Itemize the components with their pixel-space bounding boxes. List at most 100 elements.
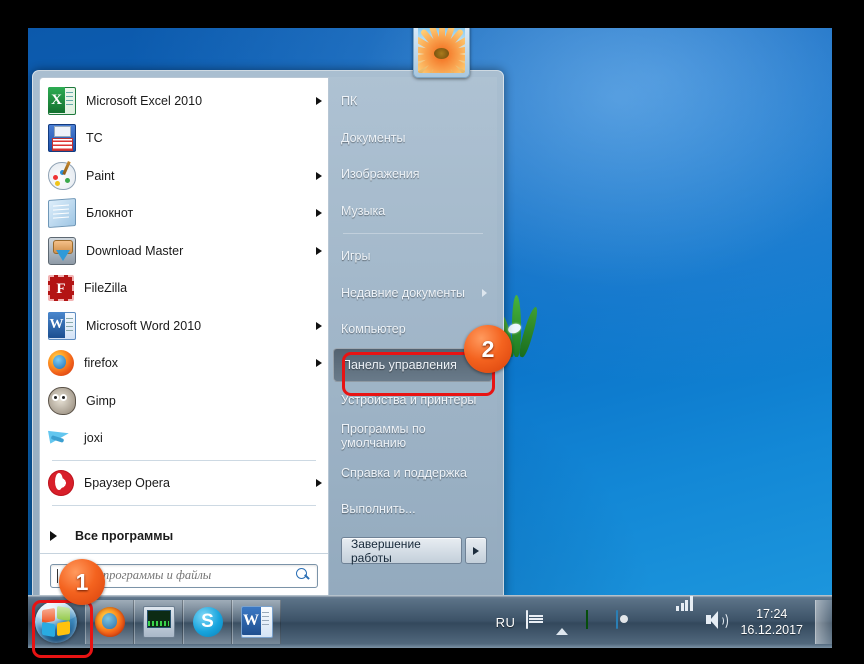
show-desktop-button[interactable] (815, 600, 832, 644)
program-item-9[interactable]: joxi (40, 420, 328, 458)
shutdown-button[interactable]: Завершение работы (341, 536, 463, 565)
callout-badge-1: 1 (59, 559, 105, 605)
avast-icon[interactable] (646, 611, 668, 633)
right-menu-item-11[interactable]: Выполнить... (329, 491, 497, 528)
text-caret (57, 568, 58, 583)
taskbar: S RU 17:24 16.12.2017 (28, 595, 832, 648)
program-item-0[interactable]: Microsoft Excel 2010 (40, 82, 328, 120)
chevron-right-icon (316, 359, 322, 368)
right-menu-item-2[interactable]: Изображения (329, 156, 497, 193)
system-tray: RU 17:24 16.12.2017 (492, 596, 832, 648)
right-menu-label: Выполнить... (341, 502, 416, 517)
clock-date: 16.12.2017 (740, 623, 803, 637)
note-icon[interactable] (616, 610, 638, 633)
right-menu-label: Компьютер (341, 322, 406, 337)
right-menu-label: Панель управления (342, 357, 457, 372)
separator (52, 460, 316, 461)
chevron-right-icon (473, 546, 480, 555)
right-menu-item-8[interactable]: Устройства и принтеры (329, 382, 497, 419)
all-programs-button[interactable]: Все программы (40, 519, 328, 553)
program-label: Paint (86, 168, 115, 183)
show-hidden-icons-arrow[interactable] (556, 611, 578, 635)
monitor-icon (142, 606, 175, 638)
program-item-3[interactable]: Блокнот (40, 195, 328, 233)
excel-icon (48, 86, 76, 115)
right-item-list: ПК Документы Изображения Музыка Игры Недавние… (329, 83, 497, 528)
callout-badge-2: 2 (464, 325, 512, 373)
download-master-icon (48, 236, 76, 265)
program-label: TC (86, 131, 103, 146)
chevron-right-icon (316, 96, 322, 105)
start-button[interactable] (32, 599, 80, 645)
avatar-image (418, 28, 465, 73)
start-menu-body: Microsoft Excel 2010 TC Paint Блокнот Downlo… (33, 71, 503, 598)
program-label: firefox (84, 356, 119, 371)
right-menu-label: Изображения (341, 167, 420, 182)
right-menu-item-3[interactable]: Музыка (329, 193, 497, 230)
volume-icon[interactable] (706, 611, 729, 633)
notepad-icon (48, 198, 76, 229)
word-icon (48, 311, 76, 340)
start-menu-left-pane: Microsoft Excel 2010 TC Paint Блокнот Downlo… (39, 77, 329, 598)
shutdown-row: Завершение работы (329, 528, 497, 574)
desktop[interactable]: Microsoft Excel 2010 TC Paint Блокнот Downlo… (28, 28, 832, 648)
program-label: Gimp (86, 393, 116, 408)
taskbar-button-word[interactable] (232, 600, 281, 644)
right-menu-item-0[interactable]: ПК (329, 83, 497, 120)
shutdown-options-button[interactable] (465, 537, 487, 564)
user-avatar[interactable] (413, 28, 470, 78)
program-item-10[interactable]: Браузер Opera (40, 464, 328, 502)
clock[interactable]: 17:24 16.12.2017 (740, 606, 803, 638)
program-item-6[interactable]: Microsoft Word 2010 (40, 307, 328, 345)
opera-icon (48, 469, 74, 496)
program-label: Блокнот (86, 206, 134, 221)
screenshot-root: Microsoft Excel 2010 TC Paint Блокнот Downlo… (0, 0, 864, 664)
program-item-7[interactable]: firefox (40, 345, 328, 383)
clock-time: 17:24 (756, 607, 788, 621)
word-icon (240, 606, 273, 638)
program-label: joxi (84, 431, 103, 446)
taskbar-button-performance-monitor[interactable] (134, 600, 183, 644)
right-menu-label: Музыка (341, 203, 386, 218)
shutdown-label: Завершение работы (351, 536, 421, 565)
chevron-right-icon (482, 288, 487, 297)
right-menu-label: Справка и поддержка (341, 465, 467, 480)
green-grid-icon[interactable] (586, 610, 608, 633)
right-menu-label: ПК (341, 94, 358, 109)
filezilla-icon (48, 275, 74, 302)
taskbar-button-skype[interactable]: S (183, 600, 232, 644)
program-list: Microsoft Excel 2010 TC Paint Блокнот Downlo… (40, 78, 328, 519)
program-label: Microsoft Excel 2010 (86, 93, 203, 108)
program-label: FileZilla (84, 281, 128, 296)
program-item-8[interactable]: Gimp (40, 382, 328, 420)
program-label: Download Master (86, 243, 184, 258)
right-menu-item-5[interactable]: Недавние документы (329, 275, 497, 312)
program-item-5[interactable]: FileZilla (40, 270, 328, 308)
keyboard-icon[interactable] (526, 610, 548, 633)
program-label: Браузер Opera (84, 475, 170, 490)
right-menu-label: Игры (341, 249, 371, 264)
program-item-2[interactable]: Paint (40, 157, 328, 195)
all-programs-label: Все программы (75, 529, 174, 543)
firefox-icon (48, 350, 74, 377)
right-menu-item-9[interactable]: Программы по умолчанию (329, 418, 497, 455)
search-icon (296, 568, 311, 583)
taskbar-button-firefox[interactable] (85, 600, 134, 644)
right-menu-label: Недавние документы (341, 285, 466, 300)
separator (52, 504, 316, 506)
total-commander-icon (48, 124, 76, 153)
right-menu-item-4[interactable]: Игры (329, 238, 497, 275)
right-menu-item-10[interactable]: Справка и поддержка (329, 455, 497, 492)
skype-icon: S (192, 607, 223, 637)
right-menu-item-1[interactable]: Документы (329, 120, 497, 157)
chevron-right-icon (316, 171, 322, 180)
program-item-4[interactable]: Download Master (40, 232, 328, 270)
language-indicator[interactable]: RU (496, 615, 516, 630)
network-signal-icon[interactable] (676, 596, 698, 633)
chevron-right-icon (50, 531, 57, 541)
program-item-1[interactable]: TC (40, 120, 328, 158)
joxi-icon (48, 425, 74, 451)
start-menu: Microsoft Excel 2010 TC Paint Блокнот Downlo… (32, 28, 504, 599)
chevron-right-icon (316, 209, 322, 218)
chevron-right-icon (316, 246, 322, 255)
